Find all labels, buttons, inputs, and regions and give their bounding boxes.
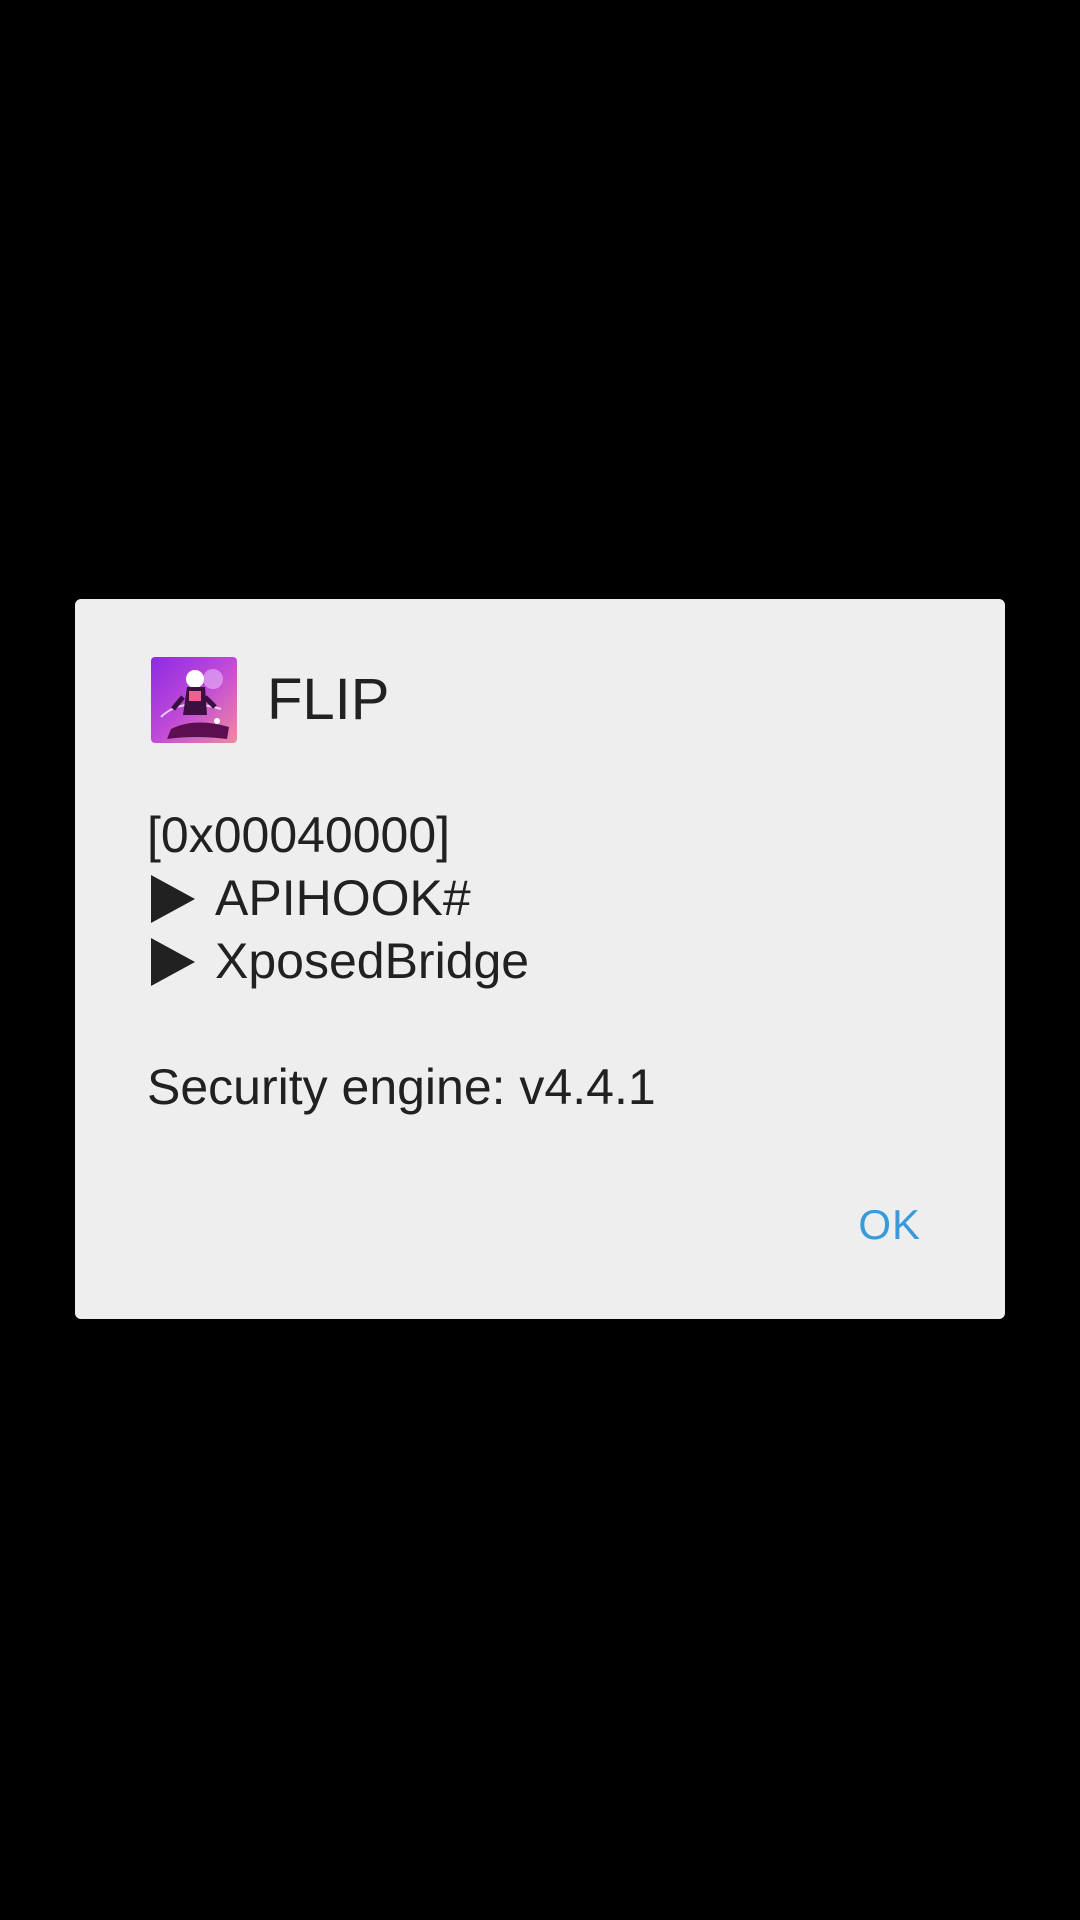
engine-version: Security engine: v4.4.1 bbox=[147, 1059, 656, 1115]
play-triangle-icon bbox=[151, 874, 195, 923]
ok-button[interactable]: OK bbox=[834, 1191, 945, 1259]
dialog-message: [0x00040000] APIHOOK# XposedBridge Secur… bbox=[147, 804, 945, 1119]
dialog-title: FLIP bbox=[267, 667, 390, 732]
alert-dialog: FLIP [0x00040000] APIHOOK# XposedBridge … bbox=[75, 599, 1005, 1319]
detection-line-xposed: XposedBridge bbox=[147, 930, 945, 993]
dialog-header: FLIP bbox=[151, 657, 390, 743]
play-triangle-icon bbox=[151, 937, 195, 986]
engine-version-line: Security engine: v4.4.1 bbox=[147, 1056, 945, 1119]
detection-xposed: XposedBridge bbox=[215, 933, 530, 989]
dialog-actions: OK bbox=[834, 1191, 945, 1259]
detection-apihook: APIHOOK# bbox=[215, 870, 471, 926]
error-code: [0x00040000] bbox=[147, 807, 451, 863]
error-code-line: [0x00040000] bbox=[147, 804, 945, 867]
app-icon bbox=[151, 657, 237, 743]
detection-line-apihook: APIHOOK# bbox=[147, 867, 945, 930]
